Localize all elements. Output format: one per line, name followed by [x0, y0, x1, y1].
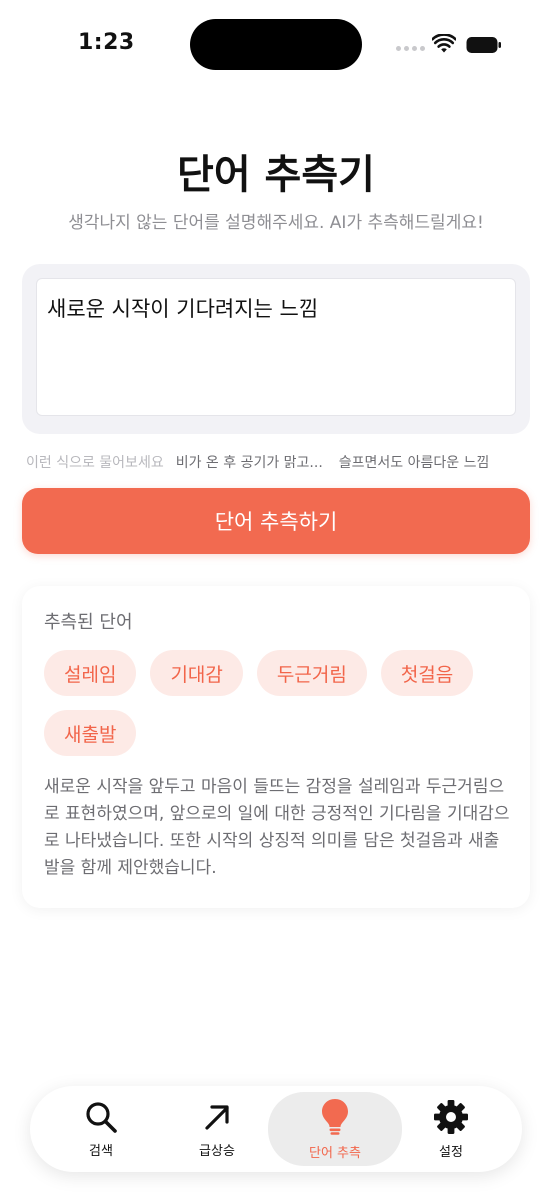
example-prompt-2[interactable]: 슬프면서도 아름다운 느낌: [339, 452, 490, 472]
tab-trending[interactable]: 급상승: [152, 1086, 282, 1172]
status-time: 1:23: [78, 30, 135, 55]
tab-trending-label: 급상승: [199, 1143, 235, 1159]
tab-settings[interactable]: 설정: [386, 1086, 516, 1172]
example-prompt-1[interactable]: 비가 온 후 공기가 맑고...: [176, 452, 323, 472]
wifi-icon: [432, 34, 456, 53]
page-title: 단어 추측기: [177, 152, 375, 198]
gear-icon: [434, 1099, 468, 1134]
tab-settings-label: 설정: [439, 1144, 463, 1160]
trending-arrow-icon: [205, 1104, 229, 1130]
lightbulb-icon: [322, 1098, 348, 1135]
search-icon: [86, 1101, 117, 1133]
tab-bar: 검색 급상승 단어 추측 설정: [30, 1086, 522, 1172]
result-explanation: 새로운 시작을 앞두고 마음이 들뜨는 감정을 설레임과 두근거림으로 표현하였…: [44, 777, 510, 878]
example-prompts: 이런 식으로 물어보세요 비가 온 후 공기가 맑고... 슬프면서도 아름다운…: [26, 452, 536, 472]
description-input[interactable]: 새로운 시작이 기다려지는 느낌: [36, 278, 516, 416]
word-chip[interactable]: 기대감: [150, 650, 243, 696]
description-input-card: 새로운 시작이 기다려지는 느낌: [22, 264, 530, 434]
word-chip[interactable]: 첫걸음: [380, 650, 474, 696]
battery-icon: [466, 37, 501, 53]
result-card: 추측된 단어 설레임 기대감 두근거림 첫걸음 새출발 새로운 시작을 앞두고 …: [22, 586, 530, 908]
tab-search[interactable]: 검색: [36, 1086, 166, 1172]
page-subtitle: 생각나지 않는 단어를 설명해주세요. AI가 추측해드릴게요!: [68, 213, 484, 233]
word-chip[interactable]: 새출발: [44, 710, 137, 756]
guess-word-button[interactable]: 단어 추측하기: [22, 488, 530, 554]
description-input-value: 새로운 시작이 기다려지는 느낌: [47, 297, 319, 321]
example-hint: 이런 식으로 물어보세요: [26, 455, 164, 471]
tab-word-guess[interactable]: 단어 추측: [268, 1092, 402, 1166]
word-chip[interactable]: 두근거림: [256, 650, 367, 696]
tab-search-label: 검색: [89, 1143, 113, 1159]
status-bar: 1:23: [0, 0, 552, 90]
tab-word-guess-label: 단어 추측: [309, 1145, 361, 1161]
word-chip[interactable]: 설레임: [44, 650, 137, 696]
screen: 1:23 단어 추측기 생각나지 않는 단어를 설명해주세요. AI가 추측해드…: [0, 0, 552, 1200]
word-chip-list: 설레임 기대감 두근거림 첫걸음 새출발: [44, 650, 514, 756]
result-label: 추측된 단어: [44, 612, 133, 633]
dynamic-island: [190, 19, 362, 70]
cellular-signal-icon: [396, 46, 426, 54]
